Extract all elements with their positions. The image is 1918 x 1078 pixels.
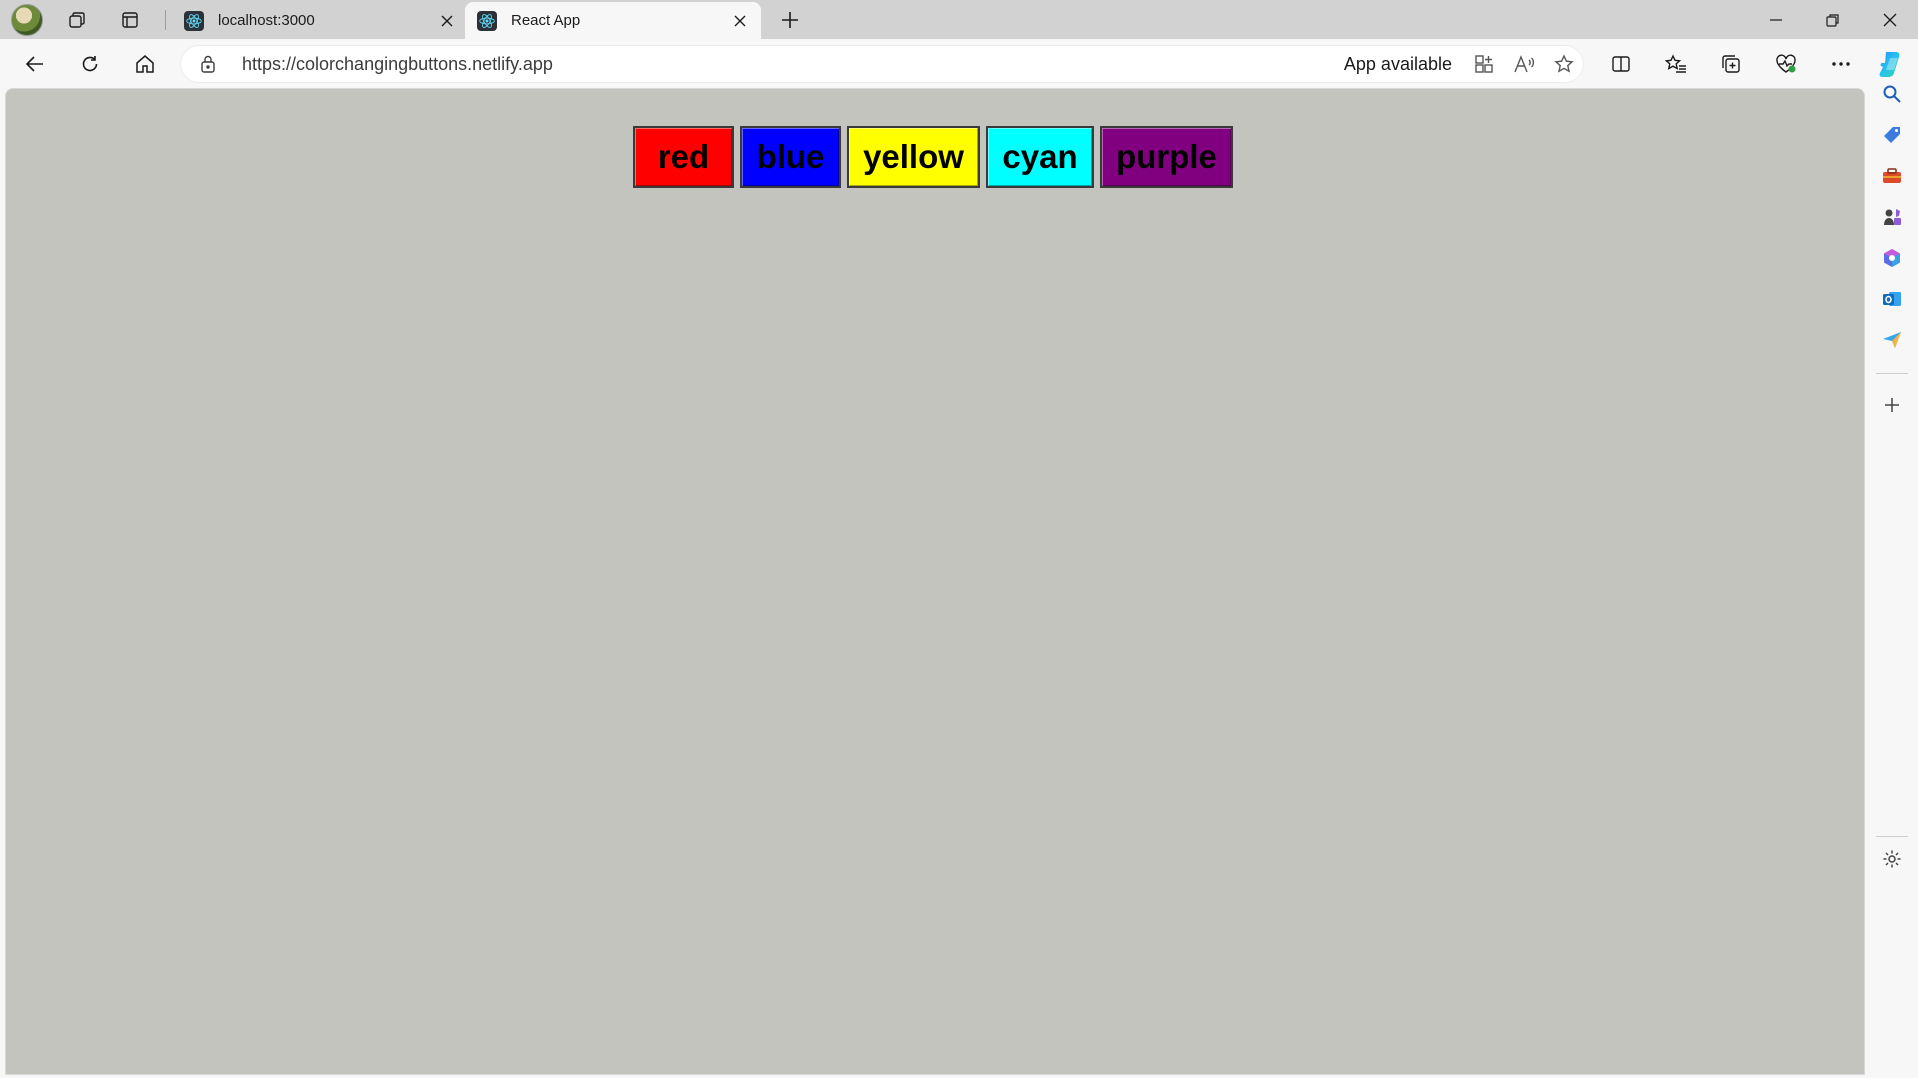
vertical-tabs-button[interactable]	[108, 0, 152, 39]
tab-divider	[165, 10, 166, 30]
close-tab-icon[interactable]	[436, 10, 458, 32]
blue-button[interactable]: blue	[740, 126, 841, 188]
address-url[interactable]: https://colorchangingbuttons.netlify.app	[242, 54, 1344, 75]
page-viewport: red blue yellow cyan purple	[5, 88, 1865, 1075]
heart-pulse-icon	[1776, 54, 1796, 73]
home-button[interactable]	[125, 44, 165, 84]
sidebar-send-button[interactable]	[1872, 320, 1912, 360]
app-install-icon[interactable]	[1464, 45, 1504, 83]
profile-avatar[interactable]	[5, 0, 49, 39]
browser-essentials-button[interactable]	[1766, 44, 1806, 84]
close-window-button[interactable]	[1862, 0, 1918, 39]
collections-button[interactable]	[1711, 44, 1751, 84]
tab-react-app[interactable]: React App	[465, 2, 761, 39]
back-button[interactable]	[15, 44, 55, 84]
shopping-tag-icon	[1884, 127, 1900, 143]
sidebar-shopping-button[interactable]	[1872, 115, 1912, 155]
sidebar-search-button[interactable]	[1872, 74, 1912, 114]
sidebar-add-button[interactable]	[1872, 385, 1912, 425]
refresh-icon	[82, 56, 98, 72]
tab-actions-icon	[122, 11, 138, 28]
search-icon	[1883, 85, 1901, 103]
restore-icon	[1826, 13, 1839, 27]
purple-button[interactable]: purple	[1100, 126, 1233, 188]
sidebar-divider	[1876, 373, 1908, 374]
sidebar-games-button[interactable]	[1872, 197, 1912, 237]
read-aloud-icon[interactable]	[1504, 45, 1544, 83]
lock-icon[interactable]	[200, 55, 226, 73]
settings-icon	[1883, 850, 1901, 868]
react-favicon	[477, 10, 497, 31]
split-screen-icon	[1612, 56, 1630, 72]
add-icon	[1885, 398, 1899, 412]
tab-localhost[interactable]: localhost:3000	[172, 2, 468, 39]
navigation-toolbar: https://colorchangingbuttons.netlify.app…	[0, 39, 1918, 88]
workspaces-button[interactable]	[55, 0, 99, 39]
sidebar-outlook-button[interactable]	[1872, 279, 1912, 319]
collections-icon	[1722, 55, 1740, 73]
sidebar-tools-button[interactable]	[1872, 156, 1912, 196]
address-bar[interactable]: https://colorchangingbuttons.netlify.app…	[180, 45, 1584, 83]
sidebar-divider	[1876, 836, 1908, 837]
cyan-button[interactable]: cyan	[986, 126, 1094, 188]
sidebar-microsoft365-button[interactable]	[1872, 238, 1912, 278]
app-available-label[interactable]: App available	[1344, 54, 1452, 75]
color-button-row: red blue yellow cyan purple	[633, 126, 1233, 188]
red-button[interactable]: red	[633, 126, 734, 188]
tab-title: React App	[511, 12, 581, 29]
favorite-star-icon[interactable]	[1544, 45, 1584, 83]
settings-and-more-button[interactable]	[1821, 44, 1861, 84]
minimize-icon	[1770, 18, 1782, 21]
tools-briefcase-icon	[1883, 168, 1901, 183]
microsoft365-icon	[1884, 249, 1900, 267]
refresh-button[interactable]	[70, 44, 110, 84]
more-dots-icon	[1832, 62, 1850, 66]
outlook-icon	[1883, 292, 1901, 306]
close-icon	[1883, 13, 1897, 26]
tab-title: localhost:3000	[218, 12, 315, 29]
close-tab-icon[interactable]	[729, 10, 751, 32]
workspaces-icon	[69, 11, 85, 28]
home-icon	[136, 55, 154, 73]
plus-icon	[782, 11, 798, 28]
favorites-button[interactable]	[1656, 44, 1696, 84]
react-favicon	[184, 10, 204, 31]
games-icon	[1884, 209, 1901, 225]
edge-sidebar	[1866, 39, 1918, 1078]
split-screen-button[interactable]	[1601, 44, 1641, 84]
favorites-list-icon	[1665, 54, 1686, 73]
title-bar: localhost:3000 React App	[0, 0, 1918, 39]
yellow-button[interactable]: yellow	[847, 126, 980, 188]
new-tab-button[interactable]	[768, 0, 812, 39]
back-arrow-icon	[25, 56, 43, 72]
restore-button[interactable]	[1805, 0, 1861, 39]
avatar	[11, 3, 43, 36]
minimize-button[interactable]	[1748, 0, 1804, 39]
sidebar-settings-button[interactable]	[1872, 839, 1912, 879]
send-icon	[1883, 332, 1901, 348]
